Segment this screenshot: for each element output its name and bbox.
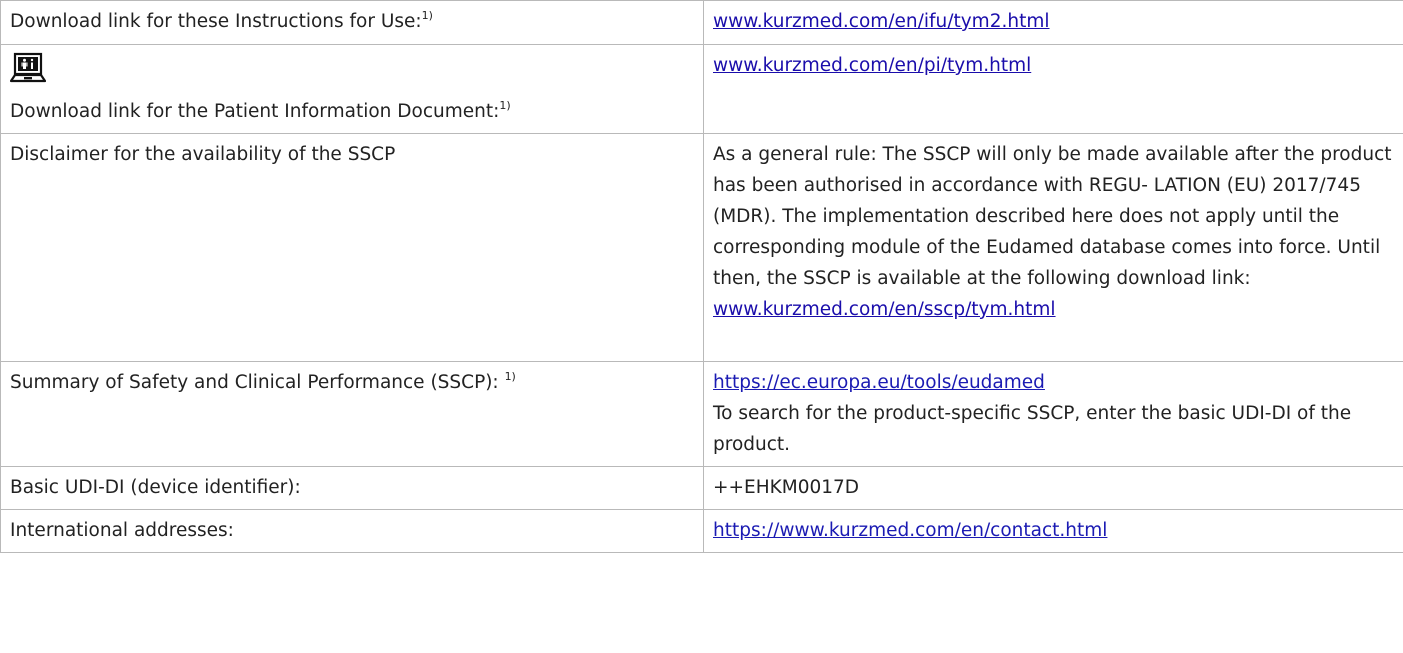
- value-cell: https://ec.europa.eu/tools/eudamed To se…: [703, 361, 1403, 467]
- value-cell: https://www.kurzmed.com/en/contact.html: [703, 509, 1403, 553]
- label-cell: International addresses:: [0, 509, 704, 553]
- table-row: Disclaimer for the availability of the S…: [0, 133, 1403, 362]
- sscp-summary-label: Summary of Safety and Clinical Performan…: [10, 372, 499, 393]
- ifu-download-label: Download link for these Instructions for…: [10, 11, 422, 32]
- label-cell: Download link for the Patient Informatio…: [0, 44, 704, 134]
- international-addresses-label: International addresses:: [10, 520, 234, 541]
- value-cell: ++EHKM0017D: [703, 466, 1403, 510]
- eudamed-link[interactable]: https://ec.europa.eu/tools/eudamed: [713, 372, 1045, 393]
- ifu-download-link[interactable]: www.kurzmed.com/en/ifu/tym2.html: [713, 11, 1050, 32]
- sscp-disclaimer-text: As a general rule: The SSCP will only be…: [713, 144, 1392, 289]
- value-cell: As a general rule: The SSCP will only be…: [703, 133, 1403, 362]
- value-cell: www.kurzmed.com/en/pi/tym.html: [703, 44, 1403, 134]
- contact-link[interactable]: https://www.kurzmed.com/en/contact.html: [713, 520, 1107, 541]
- label-cell: Summary of Safety and Clinical Performan…: [0, 361, 704, 467]
- sscp-download-link[interactable]: www.kurzmed.com/en/sscp/tym.html: [713, 299, 1056, 320]
- footnote-marker: 1): [504, 369, 516, 383]
- label-cell: Download link for these Instructions for…: [0, 0, 704, 45]
- basic-udi-value: ++EHKM0017D: [713, 477, 860, 498]
- table-row: Download link for the Patient Informatio…: [0, 44, 1403, 134]
- label-cell: Disclaimer for the availability of the S…: [0, 133, 704, 362]
- table-row: Basic UDI-DI (device identifier): ++EHKM…: [0, 466, 1403, 510]
- sscp-disclaimer-label: Disclaimer for the availability of the S…: [10, 144, 396, 165]
- patient-info-download-label: Download link for the Patient Informatio…: [10, 101, 500, 122]
- sscp-search-instruction: To search for the product-specific SSCP,…: [713, 403, 1352, 455]
- patient-info-download-link[interactable]: www.kurzmed.com/en/pi/tym.html: [713, 55, 1031, 76]
- basic-udi-label: Basic UDI-DI (device identifier):: [10, 477, 301, 498]
- footnote-marker: 1): [499, 98, 511, 112]
- value-cell: www.kurzmed.com/en/ifu/tym2.html: [703, 0, 1403, 45]
- table-row: Download link for these Instructions for…: [0, 0, 1403, 45]
- footnote-marker: 1): [421, 8, 433, 22]
- laptop-patient-info-icon: [10, 52, 46, 83]
- label-cell: Basic UDI-DI (device identifier):: [0, 466, 704, 510]
- table-row: Summary of Safety and Clinical Performan…: [0, 361, 1403, 467]
- table-row: International addresses: https://www.kur…: [0, 509, 1403, 553]
- info-table: Download link for these Instructions for…: [0, 0, 1403, 553]
